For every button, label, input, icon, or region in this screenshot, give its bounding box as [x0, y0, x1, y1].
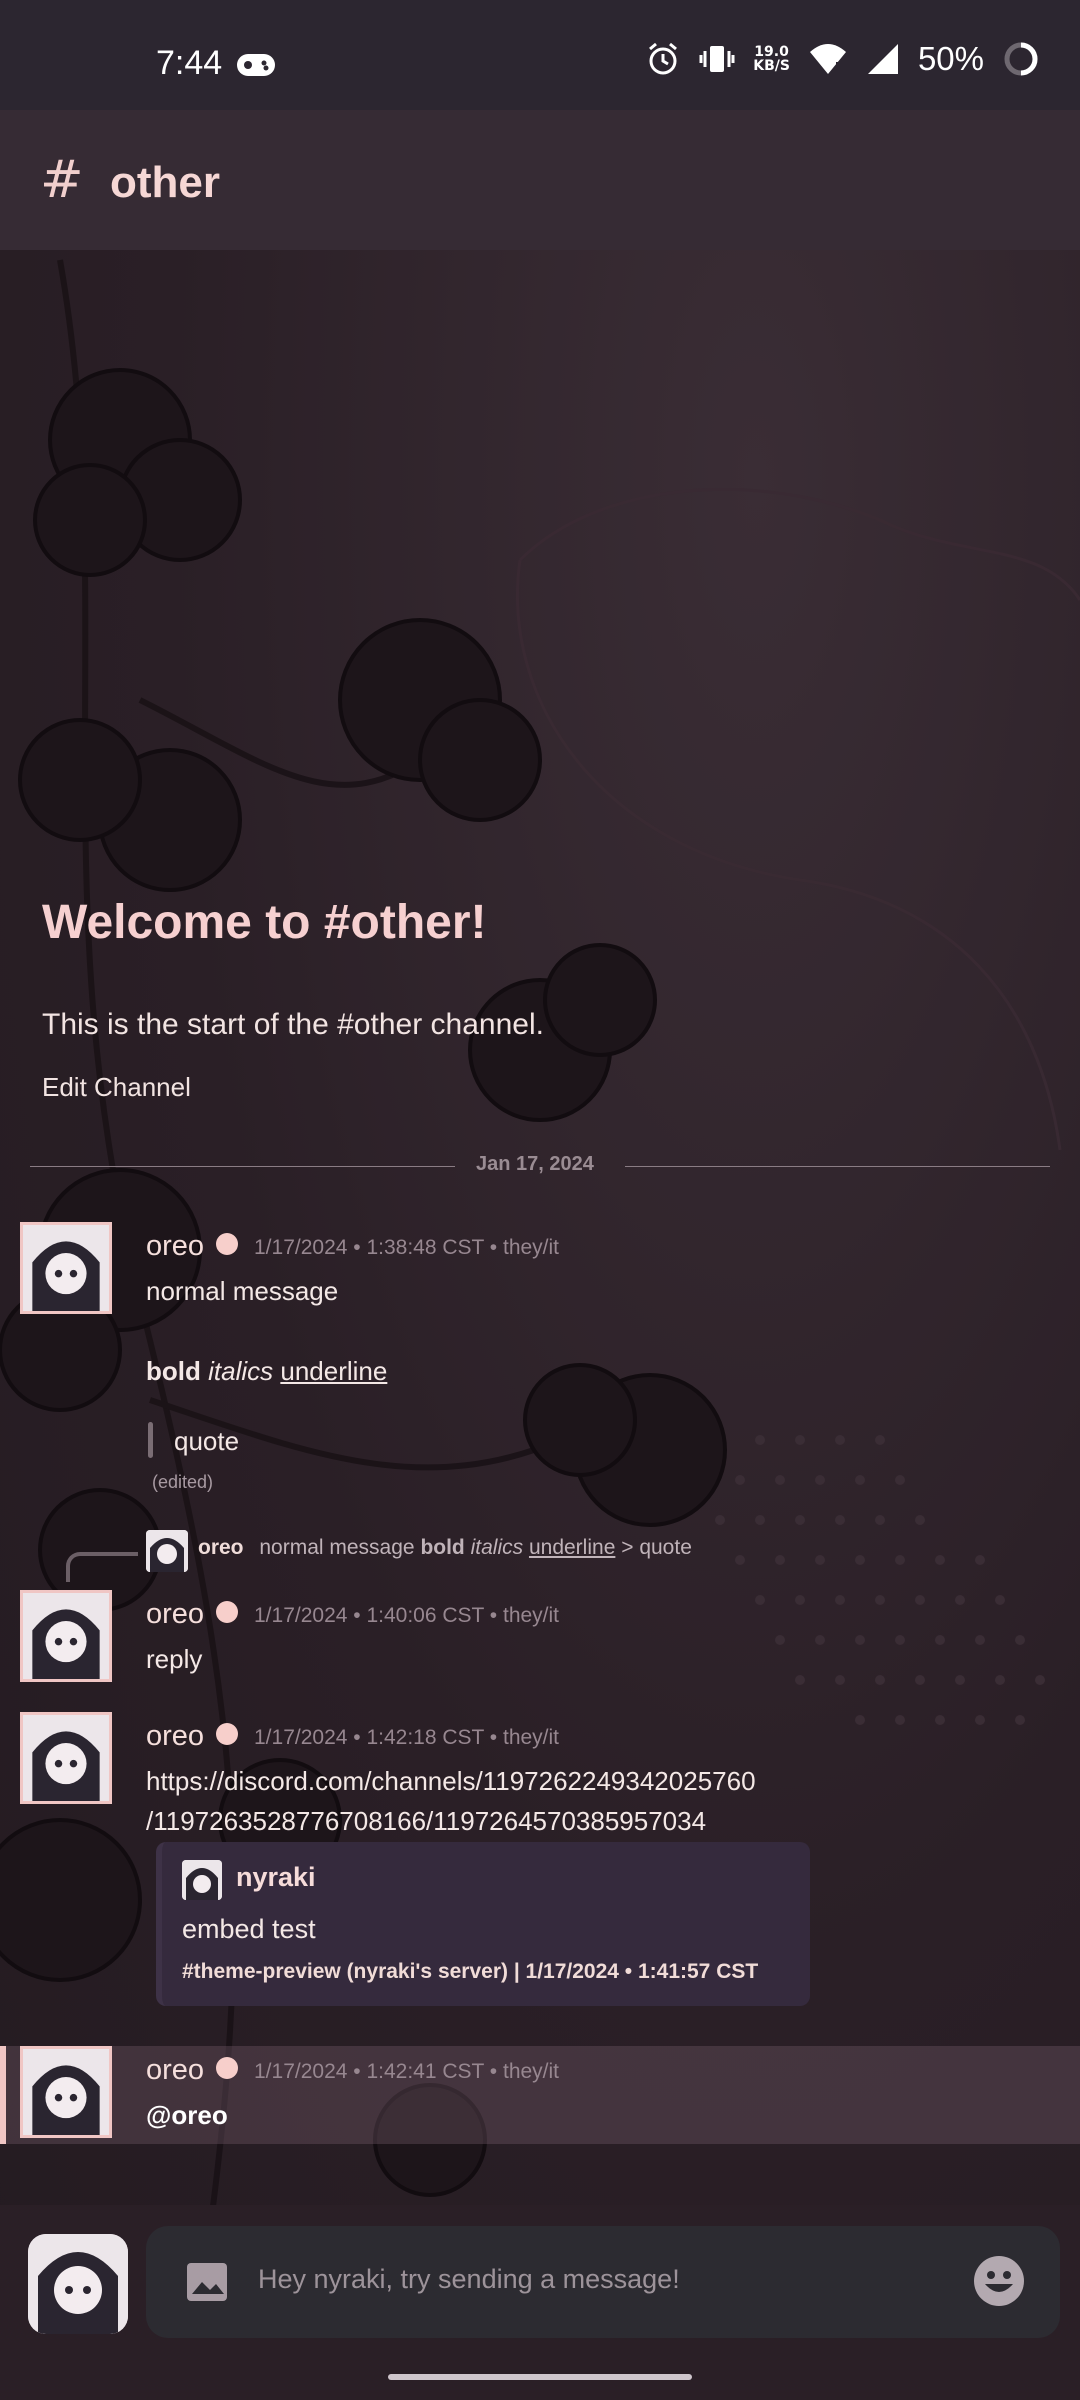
message-text: normal message: [146, 1276, 339, 1306]
message-meta: 1/17/2024 • 1:40:06 CST • they/it: [254, 1604, 560, 1627]
message-input[interactable]: Hey nyraki, try sending a message!: [146, 2226, 1060, 2338]
message-link[interactable]: https://discord.com/channels/11972622493…: [146, 1766, 756, 1797]
message-author[interactable]: oreo: [146, 1230, 204, 1263]
date-divider-label: Jan 17, 2024: [476, 1153, 594, 1175]
gamepad-icon: [237, 54, 275, 76]
image-upload-icon[interactable]: [186, 2262, 228, 2302]
reply-author: oreo: [198, 1536, 244, 1559]
embed-author: nyraki: [236, 1862, 316, 1892]
date-divider-line-left: [30, 1166, 455, 1167]
signal-icon: [867, 44, 898, 74]
battery-ring-icon: [1004, 42, 1038, 76]
message-formatted-line: bold italics underline: [146, 1356, 387, 1387]
avatar[interactable]: [20, 1590, 112, 1682]
wifi-icon: [809, 44, 846, 74]
embed-description: embed test: [182, 1914, 316, 1944]
reply-preview[interactable]: oreo normal message bold italics underli…: [198, 1536, 692, 1560]
welcome-subtitle: This is the start of the #other channel.: [42, 1008, 544, 1041]
vibrate-icon: [699, 46, 735, 72]
channel-hash-icon: #: [40, 150, 84, 210]
avatar[interactable]: [20, 2046, 112, 2138]
message-meta: 1/17/2024 • 1:42:18 CST • they/it: [254, 1726, 560, 1749]
message-embed[interactable]: nyraki embed test #theme-preview (nyraki…: [156, 1842, 810, 2006]
status-bar: 7:44 19.0 KB/S 50%: [0, 0, 1080, 110]
reply-preview-underline: underline: [528, 1536, 616, 1559]
date-divider-line-right: [625, 1166, 1050, 1167]
reply-connector: [66, 1552, 138, 1582]
home-indicator[interactable]: [388, 2374, 692, 2380]
status-time: 7:44: [156, 44, 223, 82]
status-dot: [216, 1601, 238, 1623]
message-meta: 1/17/2024 • 1:42:41 CST • they/it: [254, 2060, 560, 2083]
welcome-title: Welcome to #other!: [42, 896, 487, 949]
avatar[interactable]: [20, 1222, 112, 1314]
reply-preview-italic: italics: [470, 1536, 524, 1559]
reply-preview-bold: bold: [420, 1536, 465, 1559]
message-input-placeholder: Hey nyraki, try sending a message!: [258, 2264, 680, 2294]
reply-preview-plain: normal message: [259, 1536, 415, 1559]
quote-bar: [148, 1422, 153, 1458]
mention-highlight-edge: [0, 2046, 6, 2144]
reply-preview-tail: > quote: [621, 1536, 692, 1559]
embed-footer: #theme-preview (nyraki's server) | 1/17/…: [182, 1960, 759, 1983]
message-meta: 1/17/2024 • 1:38:48 CST • they/it: [254, 1236, 560, 1259]
floral-background: [0, 0, 1080, 2400]
italic-text: italics: [208, 1356, 274, 1386]
message-author[interactable]: oreo: [146, 1598, 204, 1631]
quote-text: quote: [174, 1426, 240, 1456]
message-author[interactable]: oreo: [146, 1720, 204, 1753]
message-author[interactable]: oreo: [146, 2054, 204, 2087]
emoji-icon[interactable]: [972, 2254, 1026, 2308]
alarm-icon: [649, 42, 678, 75]
channel-name[interactable]: other: [110, 158, 220, 208]
status-dot: [216, 1723, 238, 1745]
user-mention[interactable]: @oreo: [146, 2100, 228, 2131]
my-avatar[interactable]: [28, 2234, 128, 2334]
status-dot: [216, 2057, 238, 2079]
battery-percent: 50%: [917, 40, 984, 77]
message-text: reply: [146, 1644, 203, 1674]
edited-label: (edited): [152, 1472, 214, 1492]
net-speed: 19.0 KB/S: [753, 44, 790, 74]
underline-text: underline: [280, 1356, 388, 1386]
status-dot: [216, 1233, 238, 1255]
channel-header: # other: [0, 110, 1080, 250]
reply-avatar[interactable]: [146, 1530, 188, 1572]
edit-channel-link[interactable]: Edit Channel: [42, 1072, 191, 1103]
message-link-continued[interactable]: /1197263528776708166/1197264570385957034: [146, 1806, 706, 1837]
avatar[interactable]: [20, 1712, 112, 1804]
embed-avatar: [182, 1860, 222, 1900]
bold-text: bold: [146, 1356, 201, 1386]
